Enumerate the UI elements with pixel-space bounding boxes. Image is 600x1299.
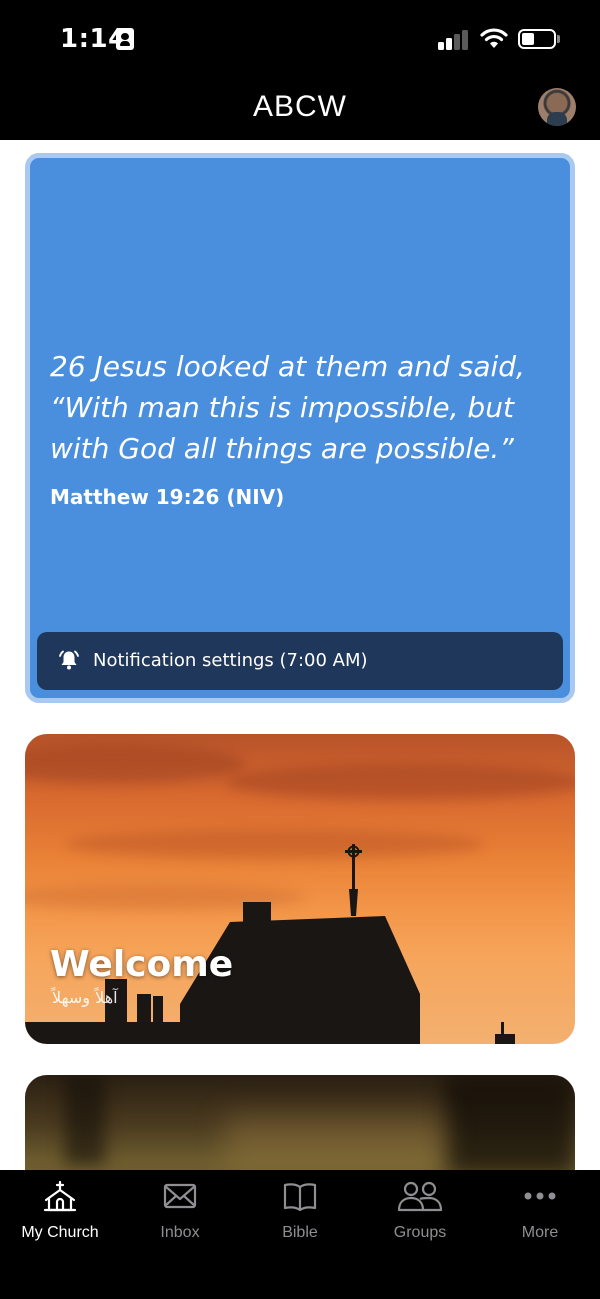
notification-settings-label: Notification settings (7:00 AM) (93, 650, 368, 671)
welcome-subtitle: آهلاً وسهلاً (52, 988, 118, 1007)
battery-icon (518, 29, 556, 49)
people-icon (397, 1181, 443, 1212)
content-card[interactable] (25, 1075, 575, 1170)
verse-reference: Matthew 19:26 (NIV) (50, 485, 285, 509)
church-icon (43, 1180, 77, 1212)
verse-text: 26 Jesus looked at them and said, “With … (50, 350, 525, 465)
battery-cap (557, 35, 560, 43)
wifi-icon (480, 28, 508, 48)
ellipsis-icon (524, 1192, 556, 1200)
blurred-tree-shape (65, 1075, 105, 1165)
envelope-icon (163, 1183, 197, 1209)
cellular-signal-icon (438, 30, 470, 50)
tab-label: More (521, 1224, 559, 1241)
status-bar: 1:14 (0, 0, 600, 80)
app-header: ABCW (0, 80, 600, 140)
tab-groups[interactable]: Groups (360, 1170, 480, 1260)
welcome-card[interactable]: Welcome آهلاً وسهلاً (25, 734, 575, 1044)
blurred-grass-shape (225, 1115, 445, 1170)
profile-avatar[interactable] (538, 88, 576, 126)
bell-ringing-icon (59, 650, 79, 670)
tab-bar: My Church Inbox Bible Groups More (0, 1170, 600, 1299)
blurred-tree-shape (445, 1075, 575, 1170)
tab-label: Groups (393, 1224, 447, 1241)
tab-label: Bible (282, 1224, 318, 1241)
tab-label: My Church (21, 1224, 99, 1241)
tab-more[interactable]: More (480, 1170, 600, 1260)
notification-settings-button[interactable]: Notification settings (7:00 AM) (37, 632, 563, 690)
welcome-title: Welcome (50, 944, 234, 985)
book-icon (283, 1183, 317, 1212)
tab-my-church[interactable]: My Church (0, 1170, 120, 1260)
verse-of-the-day-card[interactable]: 26 Jesus looked at them and said, “With … (25, 153, 575, 703)
tab-inbox[interactable]: Inbox (120, 1170, 240, 1260)
app-title: ABCW (253, 90, 347, 123)
tab-label: Inbox (160, 1224, 200, 1241)
contact-card-icon (116, 28, 134, 50)
feed[interactable]: 26 Jesus looked at them and said, “With … (0, 140, 600, 1170)
tab-bible[interactable]: Bible (240, 1170, 360, 1260)
